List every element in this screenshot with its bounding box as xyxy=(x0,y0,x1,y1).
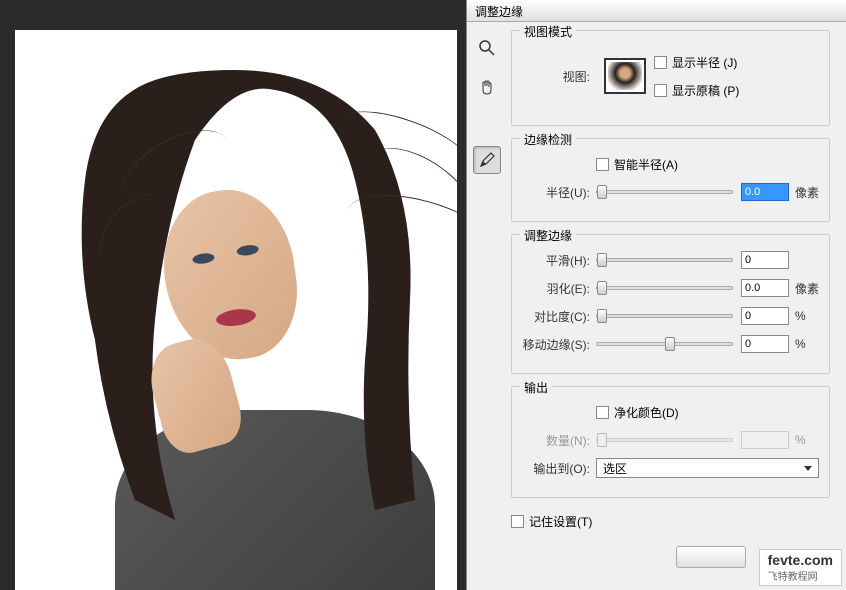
show-radius-checkbox[interactable] xyxy=(654,56,667,69)
adjust-edge-group: 调整边缘 平滑(H): 羽化(E): 像素 对比度(C): % 移动边缘(S): xyxy=(511,234,830,374)
amount-input xyxy=(741,431,789,449)
remember-settings-label: 记住设置(T) xyxy=(529,513,592,530)
amount-unit: % xyxy=(795,433,819,447)
smooth-slider[interactable] xyxy=(596,258,733,262)
contrast-input[interactable] xyxy=(741,307,789,325)
view-thumbnail[interactable] xyxy=(604,58,646,94)
edge-detection-title: 边缘检测 xyxy=(520,131,576,148)
contrast-slider[interactable] xyxy=(596,314,733,318)
tool-column xyxy=(467,22,507,582)
adjust-edge-title: 调整边缘 xyxy=(520,227,576,244)
output-to-dropdown[interactable]: 选区 xyxy=(596,458,819,478)
feather-input[interactable] xyxy=(741,279,789,297)
contrast-label: 对比度(C): xyxy=(522,308,590,325)
smooth-label: 平滑(H): xyxy=(522,252,590,269)
view-mode-group: 视图模式 视图: 显示半径 (J) 显示原稿 (P) xyxy=(511,30,830,126)
workspace xyxy=(0,0,466,590)
document-canvas[interactable] xyxy=(15,30,457,590)
output-to-label: 输出到(O): xyxy=(522,460,590,477)
watermark-brand: fevte.com xyxy=(768,552,833,568)
show-original-checkbox[interactable] xyxy=(654,84,667,97)
radius-slider[interactable] xyxy=(596,190,733,194)
shift-edge-label: 移动边缘(S): xyxy=(522,336,590,353)
smooth-input[interactable] xyxy=(741,251,789,269)
view-mode-title: 视图模式 xyxy=(520,23,576,40)
refine-edge-dialog: 调整边缘 视图模式 视图: 显示半径 (J) 显示原稿 (P) xyxy=(466,0,846,590)
watermark: fevte.com 飞特教程网 xyxy=(759,549,842,586)
smart-radius-label: 智能半径(A) xyxy=(614,156,678,173)
feather-slider[interactable] xyxy=(596,286,733,290)
remember-settings-checkbox[interactable] xyxy=(511,515,524,528)
feather-unit: 像素 xyxy=(795,280,819,297)
decontaminate-label: 净化颜色(D) xyxy=(614,404,679,421)
options-panel: 视图模式 视图: 显示半径 (J) 显示原稿 (P) 边缘检测 智能半径(A) … xyxy=(507,22,846,590)
image-content xyxy=(55,60,435,590)
amount-label: 数量(N): xyxy=(522,432,590,449)
show-radius-label: 显示半径 (J) xyxy=(672,54,737,71)
show-original-label: 显示原稿 (P) xyxy=(672,82,739,99)
smart-radius-checkbox[interactable] xyxy=(596,158,609,171)
shift-edge-input[interactable] xyxy=(741,335,789,353)
contrast-unit: % xyxy=(795,309,819,323)
shift-edge-slider[interactable] xyxy=(596,342,733,346)
watermark-sub: 飞特教程网 xyxy=(768,568,833,583)
dialog-titlebar[interactable]: 调整边缘 xyxy=(467,0,846,22)
radius-unit: 像素 xyxy=(795,184,819,201)
chevron-down-icon xyxy=(804,466,812,471)
dialog-title: 调整边缘 xyxy=(475,5,523,19)
view-label: 视图: xyxy=(522,68,590,85)
refine-brush-tool[interactable] xyxy=(473,146,501,174)
shift-edge-unit: % xyxy=(795,337,819,351)
output-title: 输出 xyxy=(520,379,552,396)
radius-label: 半径(U): xyxy=(522,184,590,201)
feather-label: 羽化(E): xyxy=(522,280,590,297)
amount-slider xyxy=(596,438,733,442)
output-to-value: 选区 xyxy=(603,460,627,477)
footer-button[interactable] xyxy=(676,546,746,568)
edge-detection-group: 边缘检测 智能半径(A) 半径(U): 像素 xyxy=(511,138,830,222)
output-group: 输出 净化颜色(D) 数量(N): % 输出到(O): 选区 xyxy=(511,386,830,498)
radius-input[interactable] xyxy=(741,183,789,201)
zoom-tool[interactable] xyxy=(473,34,501,62)
hand-tool[interactable] xyxy=(473,74,501,102)
decontaminate-checkbox[interactable] xyxy=(596,406,609,419)
